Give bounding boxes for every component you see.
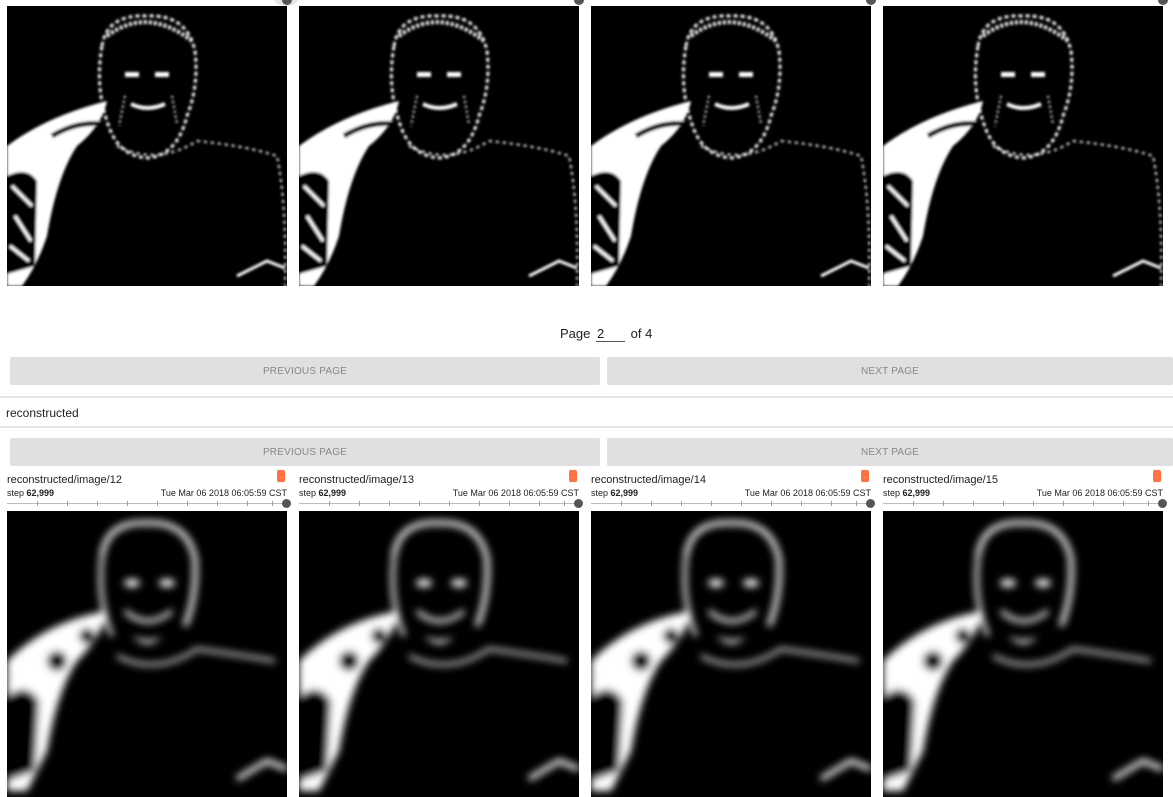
slider-knob[interactable]: [574, 0, 584, 5]
card-title: reconstructed/image/12: [7, 474, 122, 486]
divider: [0, 426, 1173, 428]
page-number-input[interactable]: 2: [596, 326, 625, 342]
previous-page-button[interactable]: PREVIOUS PAGE: [10, 357, 600, 385]
slider-knob[interactable]: [866, 0, 876, 5]
slider-knob[interactable]: [282, 499, 291, 508]
step-value: 62,999: [902, 488, 931, 498]
step-info: step 62,999: [883, 488, 931, 498]
next-page-button[interactable]: NEXT PAGE: [607, 357, 1173, 385]
section-title[interactable]: reconstructed: [6, 406, 79, 420]
step-info: step 62,999: [591, 488, 639, 498]
reconstructed-image: [591, 511, 871, 797]
card-title: reconstructed/image/15: [883, 474, 998, 486]
step-slider[interactable]: [591, 499, 875, 509]
step-info: step 62,999: [299, 488, 347, 498]
divider: [0, 396, 1173, 398]
step-value: 62,999: [610, 488, 639, 498]
step-slider[interactable]: [299, 499, 583, 509]
reconstructed-image: [883, 511, 1163, 797]
slider-knob[interactable]: [866, 499, 875, 508]
page-suffix: of 4: [630, 326, 653, 341]
reconstructed-image: [7, 511, 287, 797]
warning-flag-icon[interactable]: .: [861, 470, 869, 482]
image-thumbnail: [7, 6, 287, 286]
image-thumbnail: [591, 6, 871, 286]
timestamp: Tue Mar 06 2018 06:05:59 CST: [452, 488, 579, 498]
slider-knob[interactable]: [574, 499, 583, 508]
card-title: reconstructed/image/13: [299, 474, 414, 486]
slider-knob[interactable]: [1158, 499, 1167, 508]
page-prefix: Page: [560, 326, 591, 341]
image-thumbnail: [883, 6, 1163, 286]
reconstructed-image: [299, 511, 579, 797]
step-slider[interactable]: [7, 499, 291, 509]
next-page-button[interactable]: NEXT PAGE: [607, 438, 1173, 466]
timestamp: Tue Mar 06 2018 06:05:59 CST: [744, 488, 871, 498]
image-thumbnail: [299, 6, 579, 286]
step-info: step 62,999: [7, 488, 55, 498]
step-value: 62,999: [318, 488, 347, 498]
card-title: reconstructed/image/14: [591, 474, 706, 486]
step-value: 62,999: [26, 488, 55, 498]
page-indicator: Page 2 of 4: [560, 326, 652, 342]
timestamp: Tue Mar 06 2018 06:05:59 CST: [1036, 488, 1163, 498]
previous-page-button[interactable]: PREVIOUS PAGE: [10, 438, 600, 466]
warning-flag-icon[interactable]: .: [1153, 470, 1161, 482]
slider-knob[interactable]: [1158, 0, 1168, 5]
warning-flag-icon[interactable]: .: [569, 470, 577, 482]
step-slider[interactable]: [883, 499, 1167, 509]
timestamp: Tue Mar 06 2018 06:05:59 CST: [160, 488, 287, 498]
warning-flag-icon[interactable]: .: [277, 470, 285, 482]
